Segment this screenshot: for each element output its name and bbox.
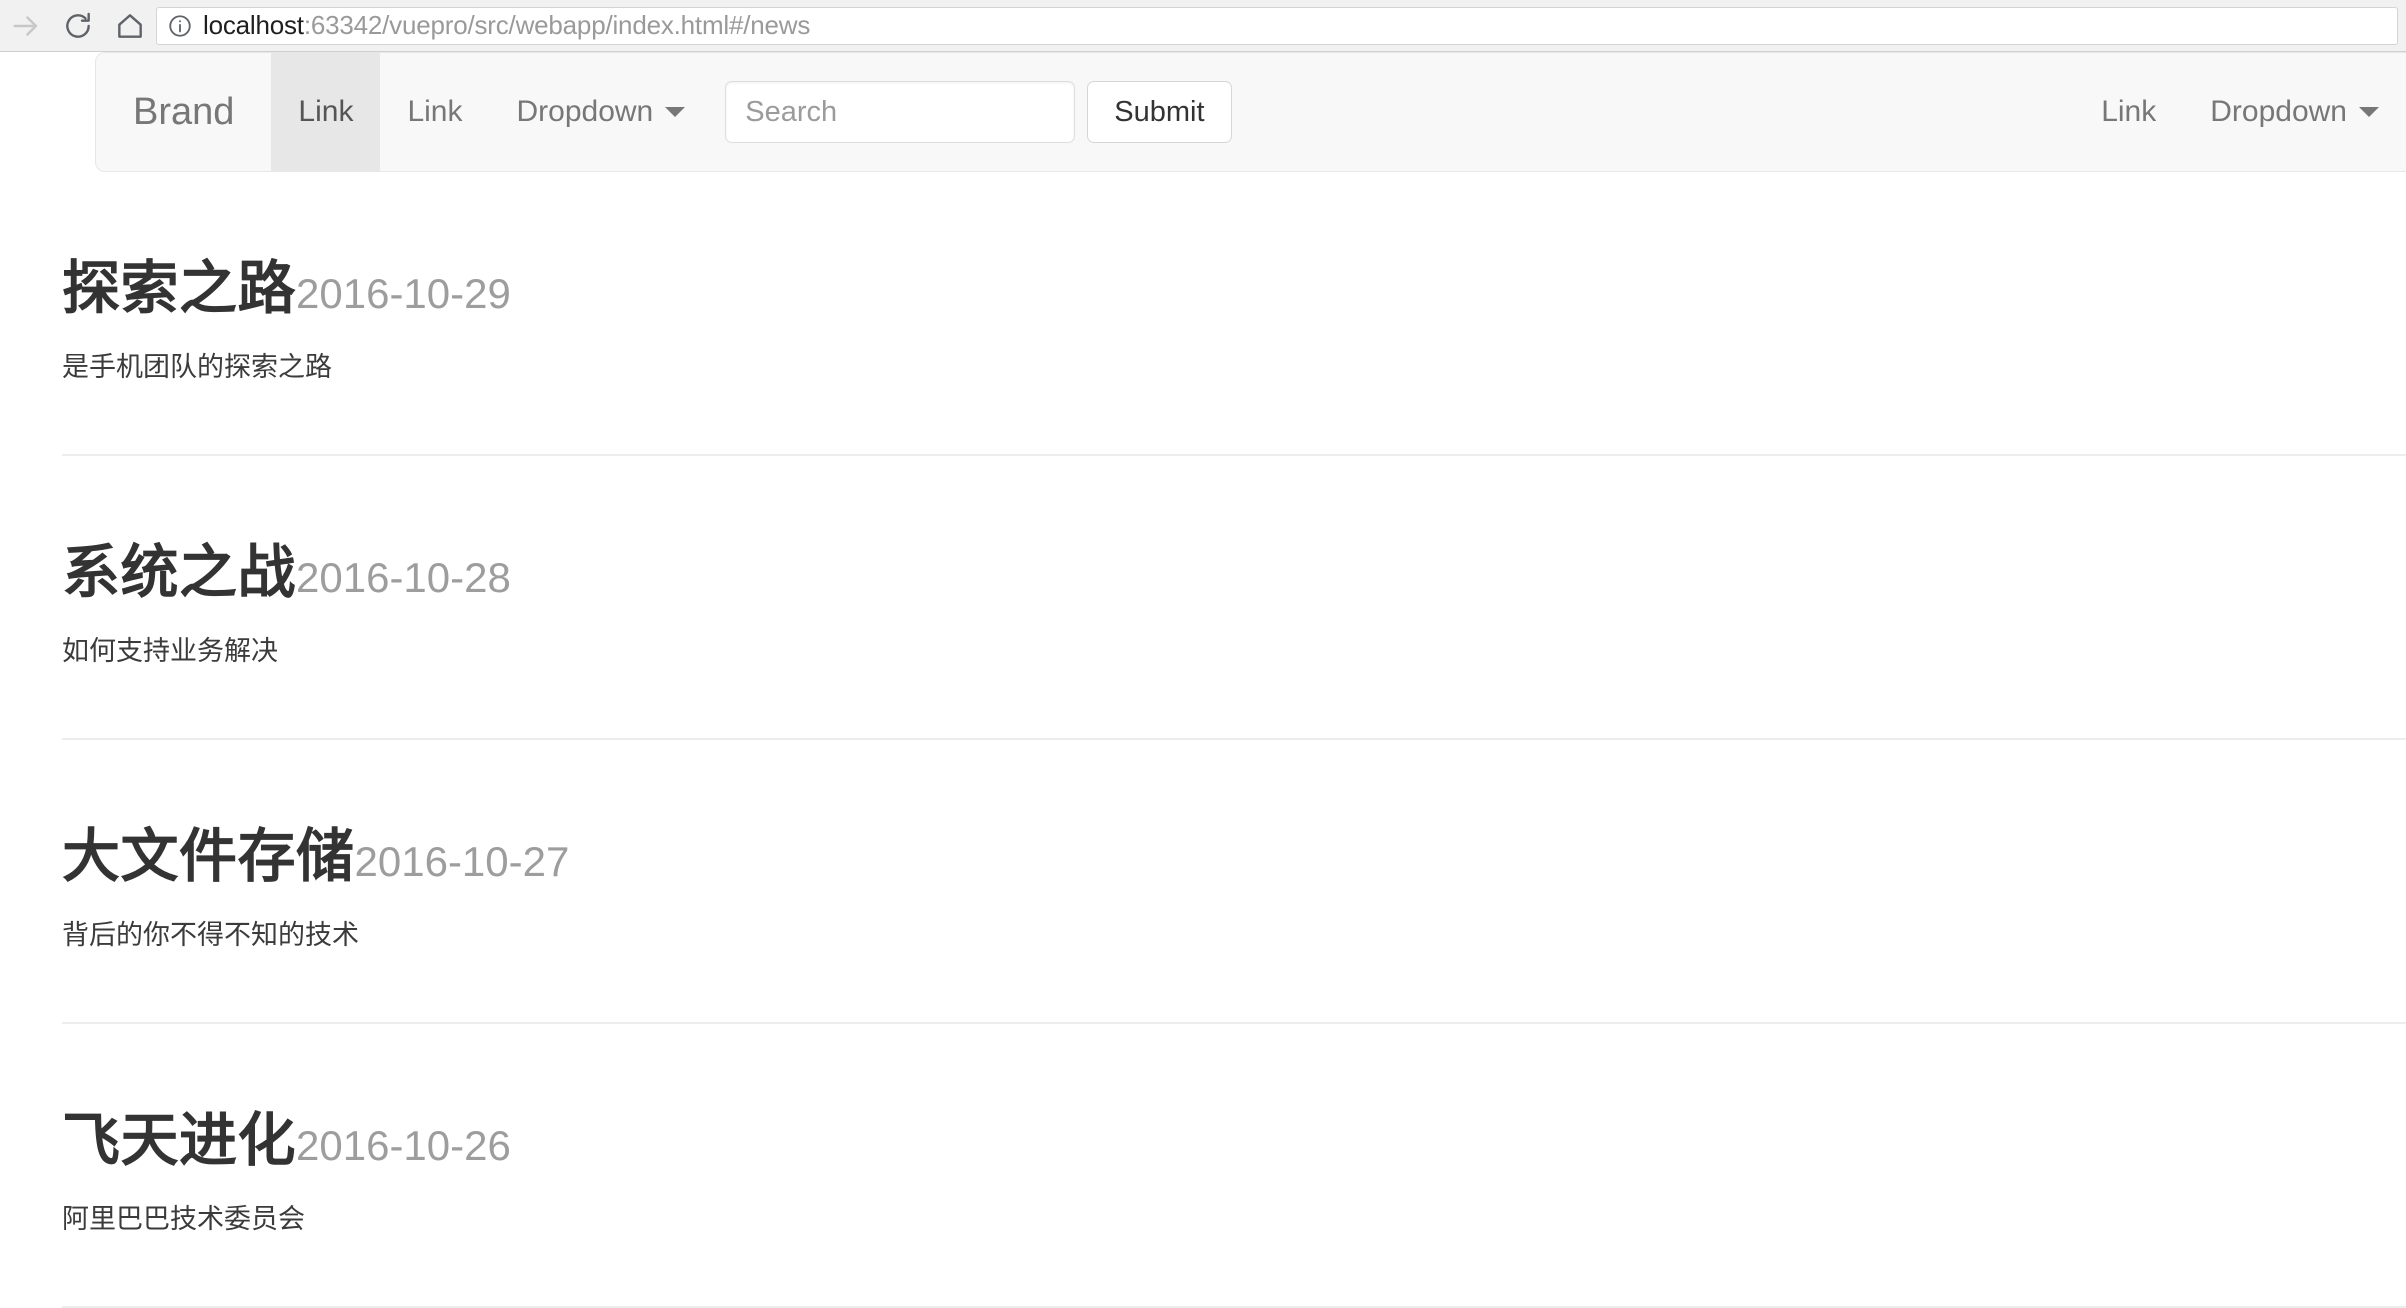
news-item-header: 探索之路 2016-10-29 [62, 172, 2406, 318]
reload-icon [62, 10, 94, 42]
news-item-date: 2016-10-29 [296, 270, 511, 317]
nav-item-label: Link [2101, 95, 2157, 128]
news-item-title[interactable]: 探索之路 [62, 260, 296, 318]
news-item-title[interactable]: 系统之战 [62, 544, 296, 602]
news-item-date: 2016-10-27 [354, 838, 570, 885]
news-item-description: 背后的你不得不知的技术 [62, 920, 359, 950]
nav-item-label: Link [407, 95, 463, 128]
reload-button[interactable] [52, 0, 104, 52]
navbar-brand-label: Brand [133, 91, 235, 133]
page-info-icon[interactable] [167, 13, 193, 39]
page-content: Brand Link Link Dropdown Submit Link [0, 52, 2406, 1308]
nav-item-label: Dropdown [2210, 95, 2347, 128]
chevron-down-icon [665, 107, 686, 117]
home-icon [114, 10, 146, 42]
news-list-item[interactable]: 大文件存储 2016-10-27 背后的你不得不知的技术 [62, 740, 2406, 1024]
news-list-item[interactable]: 飞天进化 2016-10-26 阿里巴巴技术委员会 [62, 1024, 2406, 1308]
news-item-header: 飞天进化 2016-10-26 [62, 1024, 2406, 1170]
news-item-title[interactable]: 大文件存储 [62, 828, 355, 886]
navbar: Brand Link Link Dropdown Submit Link [95, 52, 2406, 172]
chevron-down-icon [2359, 107, 2379, 117]
nav-item-label: Dropdown [516, 95, 654, 128]
news-item-description: 阿里巴巴技术委员会 [62, 1204, 305, 1234]
news-item-header: 系统之战 2016-10-28 [62, 456, 2406, 602]
submit-button[interactable]: Submit [1087, 81, 1232, 143]
url-path: :63342/vuepro/src/webapp/index.html#/new… [303, 10, 811, 40]
news-item-title[interactable]: 飞天进化 [62, 1112, 296, 1170]
forward-arrow-icon [9, 9, 43, 43]
url-host: localhost [203, 10, 304, 40]
search-input[interactable] [725, 81, 1076, 143]
news-item-description: 是手机团队的探索之路 [62, 352, 332, 382]
news-item-date: 2016-10-26 [296, 1122, 511, 1169]
news-list: 探索之路 2016-10-29 是手机团队的探索之路 系统之战 2016-10-… [62, 172, 2406, 1308]
navbar-search-form: Submit [712, 53, 1232, 171]
news-item-header: 大文件存储 2016-10-27 [62, 740, 2406, 886]
news-list-item[interactable]: 系统之战 2016-10-28 如何支持业务解决 [62, 456, 2406, 740]
navbar-brand[interactable]: Brand [96, 53, 271, 171]
nav-item-link[interactable]: Link [380, 53, 489, 171]
news-item-description: 如何支持业务解决 [62, 636, 278, 666]
address-bar[interactable]: localhost:63342/vuepro/src/webapp/index.… [156, 6, 2398, 45]
nav-item-link-active[interactable]: Link [271, 53, 381, 171]
browser-toolbar: localhost:63342/vuepro/src/webapp/index.… [0, 0, 2406, 52]
nav-item-label: Link [298, 95, 354, 128]
news-item-date: 2016-10-28 [296, 554, 511, 601]
home-button[interactable] [104, 0, 156, 52]
navbar-right-group: Link Dropdown [2074, 53, 2406, 171]
navbar-left-group: Brand Link Link Dropdown Submit [96, 53, 1232, 171]
nav-item-link-right[interactable]: Link [2074, 53, 2183, 171]
nav-item-dropdown-right[interactable]: Dropdown [2183, 53, 2406, 171]
nav-item-dropdown[interactable]: Dropdown [490, 53, 713, 171]
news-list-item[interactable]: 探索之路 2016-10-29 是手机团队的探索之路 [62, 172, 2406, 456]
forward-button[interactable] [0, 0, 52, 52]
address-bar-url: localhost:63342/vuepro/src/webapp/index.… [203, 10, 810, 41]
